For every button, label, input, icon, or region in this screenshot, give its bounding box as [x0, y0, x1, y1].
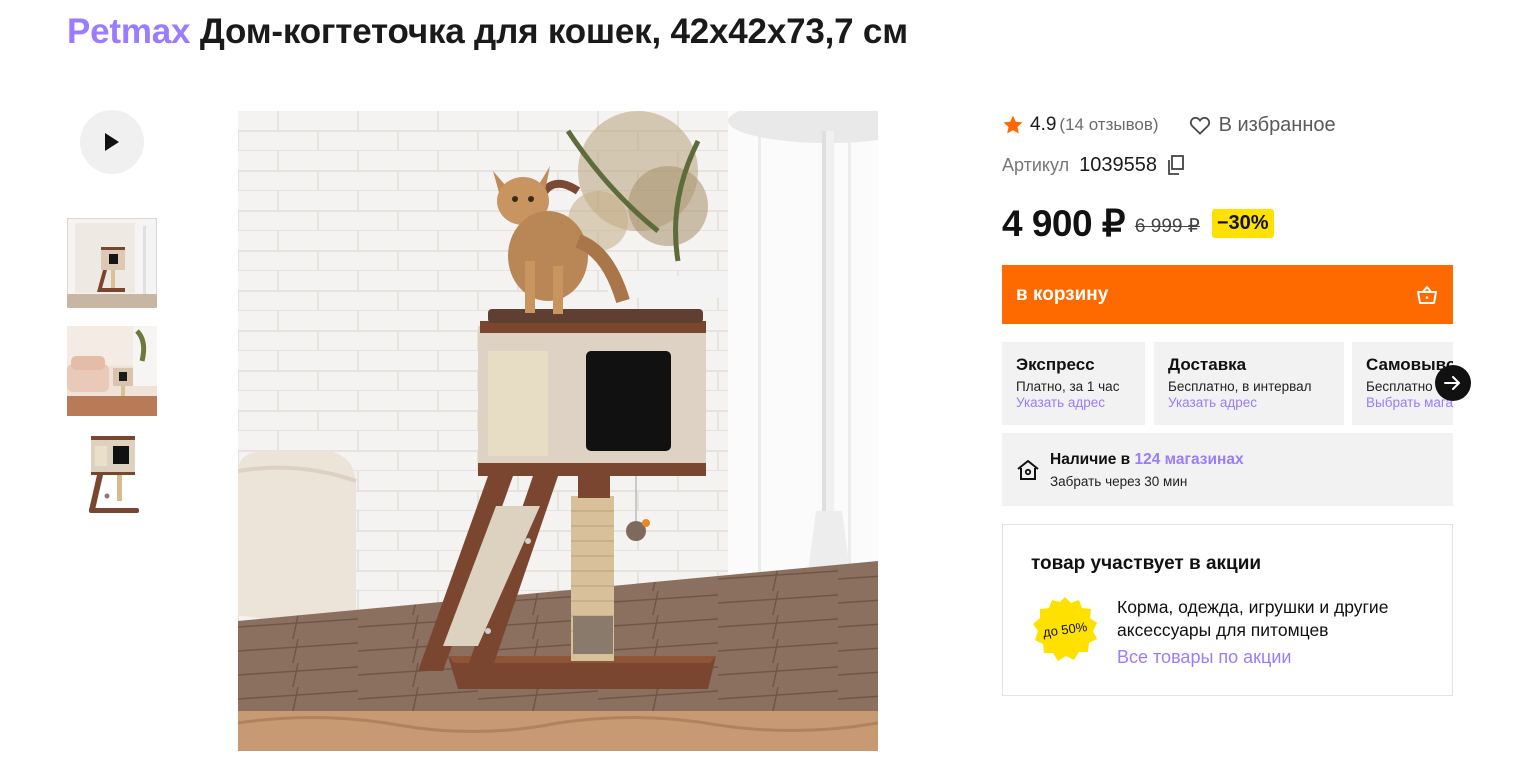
delivery-desc: Бесплатно, в интервал: [1168, 379, 1312, 394]
basket-icon: [1417, 285, 1437, 304]
delivery-link[interactable]: Указать адрес: [1168, 395, 1330, 411]
promo-block: товар участвует в акции до 50% Корма, од…: [1002, 524, 1453, 696]
promo-badge: до 50%: [1031, 595, 1099, 663]
thumbnail-image: [67, 326, 157, 416]
stores-link[interactable]: 124 магазинах: [1134, 451, 1243, 468]
article-label: Артикул: [1002, 154, 1070, 175]
add-to-favorites-button[interactable]: В избранное: [1189, 114, 1336, 137]
add-to-cart-label: в корзину: [1016, 283, 1109, 305]
article-row: Артикул 1039558: [1002, 152, 1185, 178]
availability-line: Наличие в 124 магазинах: [1050, 451, 1244, 469]
rating-value: 4.9: [1030, 114, 1057, 135]
product-main-image[interactable]: [238, 111, 878, 751]
thumbnail-image: [67, 218, 157, 308]
brand-link[interactable]: Petmax: [67, 12, 191, 51]
promo-title: товар участвует в акции: [1031, 553, 1262, 574]
store-availability: Наличие в 124 магазинах Забрать через 30…: [1002, 433, 1453, 506]
rating-row: 4.9 (14 отзывов) В избранное: [1002, 112, 1336, 138]
availability-text: Наличие в 124 магазинах Забрать через 30…: [1050, 451, 1244, 489]
thumbnail-image: [67, 430, 157, 520]
play-icon: [105, 133, 119, 151]
current-price: 4 900 ₽: [1002, 202, 1125, 244]
page-title: Petmax Дом-когтеточка для кошек, 42x42x7…: [67, 10, 908, 54]
store-icon: [1017, 459, 1039, 480]
heart-icon: [1189, 116, 1210, 135]
delivery-options: Экспресс Платно, за 1 час Указать адрес …: [1002, 342, 1453, 425]
delivery-link[interactable]: Указать адрес: [1016, 395, 1131, 411]
delivery-title: Экспресс: [1016, 355, 1095, 374]
old-price: 6 999 ₽: [1134, 215, 1200, 237]
promo-badge-label: до 50%: [1041, 618, 1089, 640]
delivery-option-courier[interactable]: Доставка Бесплатно, в интервал Указать а…: [1154, 342, 1344, 425]
video-play-button[interactable]: [80, 110, 144, 174]
copy-icon: [1168, 155, 1184, 175]
article-value: 1039558: [1079, 153, 1157, 176]
discount-badge: −30%: [1211, 208, 1274, 238]
add-to-cart-button[interactable]: в корзину: [1002, 265, 1453, 324]
promo-all-items-link[interactable]: Все товары по акции: [1117, 647, 1291, 668]
arrow-right-icon: [1444, 376, 1460, 390]
copy-article-button[interactable]: [1167, 155, 1185, 175]
price-row: 4 900 ₽ 6 999 ₽ −30%: [1002, 202, 1274, 244]
gallery-thumbnail-3[interactable]: [67, 430, 157, 520]
pickup-time: Забрать через 30 мин: [1050, 473, 1188, 489]
star-icon: [1003, 115, 1023, 134]
favorites-label: В избранное: [1218, 113, 1336, 136]
delivery-desc: Платно, за 1 час: [1016, 379, 1120, 394]
gallery-thumbnail-1[interactable]: [67, 218, 157, 308]
product-name: Дом-когтеточка для кошек, 42x42x73,7 см: [199, 12, 908, 51]
delivery-title: Доставка: [1168, 355, 1247, 374]
product-photo: [238, 111, 878, 751]
gallery-thumbnail-2[interactable]: [67, 326, 157, 416]
promo-description: Корма, одежда, игрушки и другие аксессуа…: [1117, 597, 1389, 640]
delivery-link[interactable]: Выбрать магазин: [1366, 395, 1453, 411]
availability-prefix: Наличие в: [1050, 450, 1131, 468]
reviews-link[interactable]: (14 отзывов): [1059, 115, 1158, 135]
delivery-scroll-next-button[interactable]: [1435, 365, 1471, 401]
delivery-option-express[interactable]: Экспресс Платно, за 1 час Указать адрес: [1002, 342, 1145, 425]
